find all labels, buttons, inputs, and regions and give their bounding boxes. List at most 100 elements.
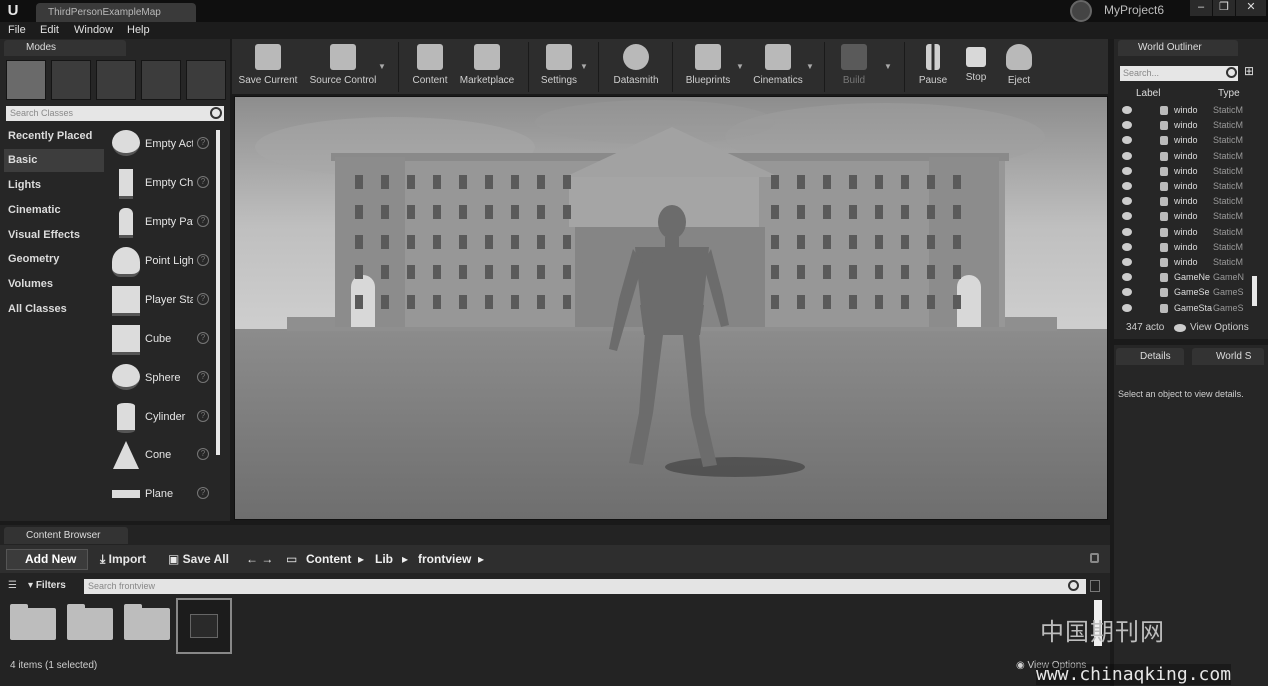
outliner-row[interactable]: windo StaticM bbox=[1120, 179, 1252, 194]
help-icon[interactable]: ? bbox=[197, 176, 209, 188]
visibility-eye-icon[interactable] bbox=[1122, 288, 1132, 297]
class-plane[interactable]: Plane? bbox=[108, 478, 214, 517]
help-icon[interactable]: ? bbox=[197, 487, 209, 499]
outliner-view-options-button[interactable]: View Options bbox=[1190, 322, 1249, 333]
outliner-row[interactable]: windo StaticM bbox=[1120, 240, 1252, 255]
stop-button[interactable]: Stop bbox=[958, 42, 994, 92]
menu-file[interactable]: File bbox=[8, 24, 26, 36]
class-empty-actor[interactable]: Empty Actor? bbox=[108, 128, 214, 167]
save-search-icon[interactable] bbox=[1090, 580, 1100, 592]
category-visual-effects[interactable]: Visual Effects bbox=[4, 224, 104, 247]
visibility-eye-icon[interactable] bbox=[1122, 166, 1132, 175]
visibility-eye-icon[interactable] bbox=[1122, 121, 1132, 130]
blueprints-dropdown-icon[interactable]: ▼ bbox=[736, 62, 744, 71]
outliner-row[interactable]: GameNe GameN bbox=[1120, 270, 1252, 285]
maximize-button[interactable]: ❐ bbox=[1213, 0, 1235, 16]
breadcrumb-arrow-icon[interactable]: ▸ bbox=[402, 552, 408, 566]
world-outliner-tab[interactable]: World Outliner bbox=[1118, 40, 1238, 56]
outliner-row[interactable]: windo StaticM bbox=[1120, 209, 1252, 224]
landscape-mode-icon[interactable] bbox=[96, 60, 136, 100]
build-dropdown-icon[interactable]: ▼ bbox=[884, 62, 892, 71]
class-empty-character[interactable]: Empty Character? bbox=[108, 167, 214, 206]
asset-folder[interactable] bbox=[67, 604, 113, 640]
foliage-mode-icon[interactable] bbox=[141, 60, 181, 100]
help-icon[interactable]: ? bbox=[197, 254, 209, 266]
visibility-eye-icon[interactable] bbox=[1122, 227, 1132, 236]
breadcrumb-lib[interactable]: Lib bbox=[375, 552, 393, 566]
visibility-eye-icon[interactable] bbox=[1122, 136, 1132, 145]
visibility-eye-icon[interactable] bbox=[1122, 273, 1132, 282]
add-filter-icon[interactable]: ⊞ bbox=[1244, 64, 1260, 80]
asset-folder[interactable] bbox=[124, 604, 170, 640]
class-list-scrollbar[interactable] bbox=[216, 130, 220, 455]
place-mode-icon[interactable] bbox=[6, 60, 46, 100]
class-cylinder[interactable]: Cylinder? bbox=[108, 401, 214, 440]
cinematics-dropdown-icon[interactable]: ▼ bbox=[806, 62, 814, 71]
class-cube[interactable]: Cube? bbox=[108, 323, 214, 362]
level-viewport[interactable] bbox=[234, 96, 1108, 520]
class-player-start[interactable]: Player Start? bbox=[108, 284, 214, 323]
asset-folder[interactable] bbox=[10, 604, 56, 640]
outliner-row[interactable]: windo StaticM bbox=[1120, 255, 1252, 270]
class-cone[interactable]: Cone? bbox=[108, 439, 214, 478]
outliner-row[interactable]: windo StaticM bbox=[1120, 225, 1252, 240]
save-all-button[interactable]: ▣ Save All bbox=[168, 552, 229, 566]
category-basic[interactable]: Basic bbox=[4, 149, 104, 172]
blueprints-button[interactable]: Blueprints bbox=[682, 42, 734, 92]
outliner-row[interactable]: GameSta GameS bbox=[1120, 301, 1252, 316]
sources-toggle-icon[interactable]: ☰ bbox=[8, 580, 20, 592]
outliner-row[interactable]: windo StaticM bbox=[1120, 118, 1252, 133]
category-all-classes[interactable]: All Classes bbox=[4, 298, 104, 321]
outliner-row[interactable]: windo StaticM bbox=[1120, 133, 1252, 148]
category-cinematic[interactable]: Cinematic bbox=[4, 199, 104, 222]
settings-button[interactable]: Settings bbox=[536, 42, 582, 92]
class-empty-pawn[interactable]: Empty Pawn? bbox=[108, 206, 214, 245]
datasmith-button[interactable]: Datasmith bbox=[608, 42, 664, 92]
help-icon[interactable]: ? bbox=[197, 371, 209, 383]
pause-button[interactable]: Pause bbox=[914, 42, 952, 92]
content-button[interactable]: Content bbox=[408, 42, 452, 92]
visibility-eye-icon[interactable] bbox=[1122, 197, 1132, 206]
marketplace-button[interactable]: Marketplace bbox=[456, 42, 518, 92]
menu-window[interactable]: Window bbox=[74, 24, 113, 36]
category-geometry[interactable]: Geometry bbox=[4, 248, 104, 271]
modes-tab[interactable]: Modes bbox=[4, 40, 126, 56]
level-tab[interactable]: ThirdPersonExampleMap bbox=[36, 3, 196, 22]
visibility-eye-icon[interactable] bbox=[1122, 182, 1132, 190]
outliner-row[interactable]: windo StaticM bbox=[1120, 103, 1252, 118]
visibility-eye-icon[interactable] bbox=[1122, 303, 1132, 312]
outliner-label-column[interactable]: Label bbox=[1136, 88, 1160, 99]
breadcrumb-arrow-icon[interactable]: ▸ bbox=[358, 552, 364, 566]
minimize-button[interactable]: – bbox=[1190, 0, 1212, 16]
close-button[interactable]: ✕ bbox=[1236, 0, 1266, 16]
help-icon[interactable]: ? bbox=[197, 215, 209, 227]
eject-button[interactable]: Eject bbox=[1000, 42, 1038, 92]
breadcrumb-frontview[interactable]: frontview bbox=[418, 552, 471, 566]
add-new-button[interactable]: Add New bbox=[6, 549, 88, 570]
details-tab[interactable]: Details bbox=[1116, 348, 1184, 365]
visibility-eye-icon[interactable] bbox=[1122, 258, 1132, 266]
world-settings-tab[interactable]: World S bbox=[1192, 348, 1264, 365]
visibility-eye-icon[interactable] bbox=[1122, 212, 1132, 221]
build-button[interactable]: Build bbox=[834, 42, 874, 92]
menu-edit[interactable]: Edit bbox=[40, 24, 59, 36]
help-icon[interactable]: ? bbox=[197, 137, 209, 149]
geometry-mode-icon[interactable] bbox=[186, 60, 226, 100]
category-volumes[interactable]: Volumes bbox=[4, 273, 104, 296]
import-button[interactable]: ⤓ Import bbox=[100, 552, 146, 567]
outliner-search-input[interactable]: Search... bbox=[1120, 66, 1238, 81]
asset-map-thumbnail[interactable] bbox=[176, 598, 232, 654]
outliner-row[interactable]: GameSe GameS bbox=[1120, 285, 1252, 300]
visibility-eye-icon[interactable] bbox=[1122, 151, 1132, 160]
breadcrumb-content[interactable]: Content bbox=[306, 552, 351, 566]
search-classes-input[interactable]: Search Classes bbox=[6, 106, 224, 121]
content-search-input[interactable]: Search frontview bbox=[84, 579, 1086, 594]
filters-button[interactable]: ▾ Filters bbox=[28, 580, 66, 591]
history-back-forward[interactable]: ← → bbox=[246, 552, 273, 566]
paint-mode-icon[interactable] bbox=[51, 60, 91, 100]
help-icon[interactable]: ? bbox=[197, 448, 209, 460]
cinematics-button[interactable]: Cinematics bbox=[750, 42, 806, 92]
source-control-dropdown-icon[interactable]: ▼ bbox=[378, 62, 386, 71]
outliner-row[interactable]: windo StaticM bbox=[1120, 164, 1252, 179]
content-browser-tab[interactable]: Content Browser bbox=[4, 527, 128, 544]
